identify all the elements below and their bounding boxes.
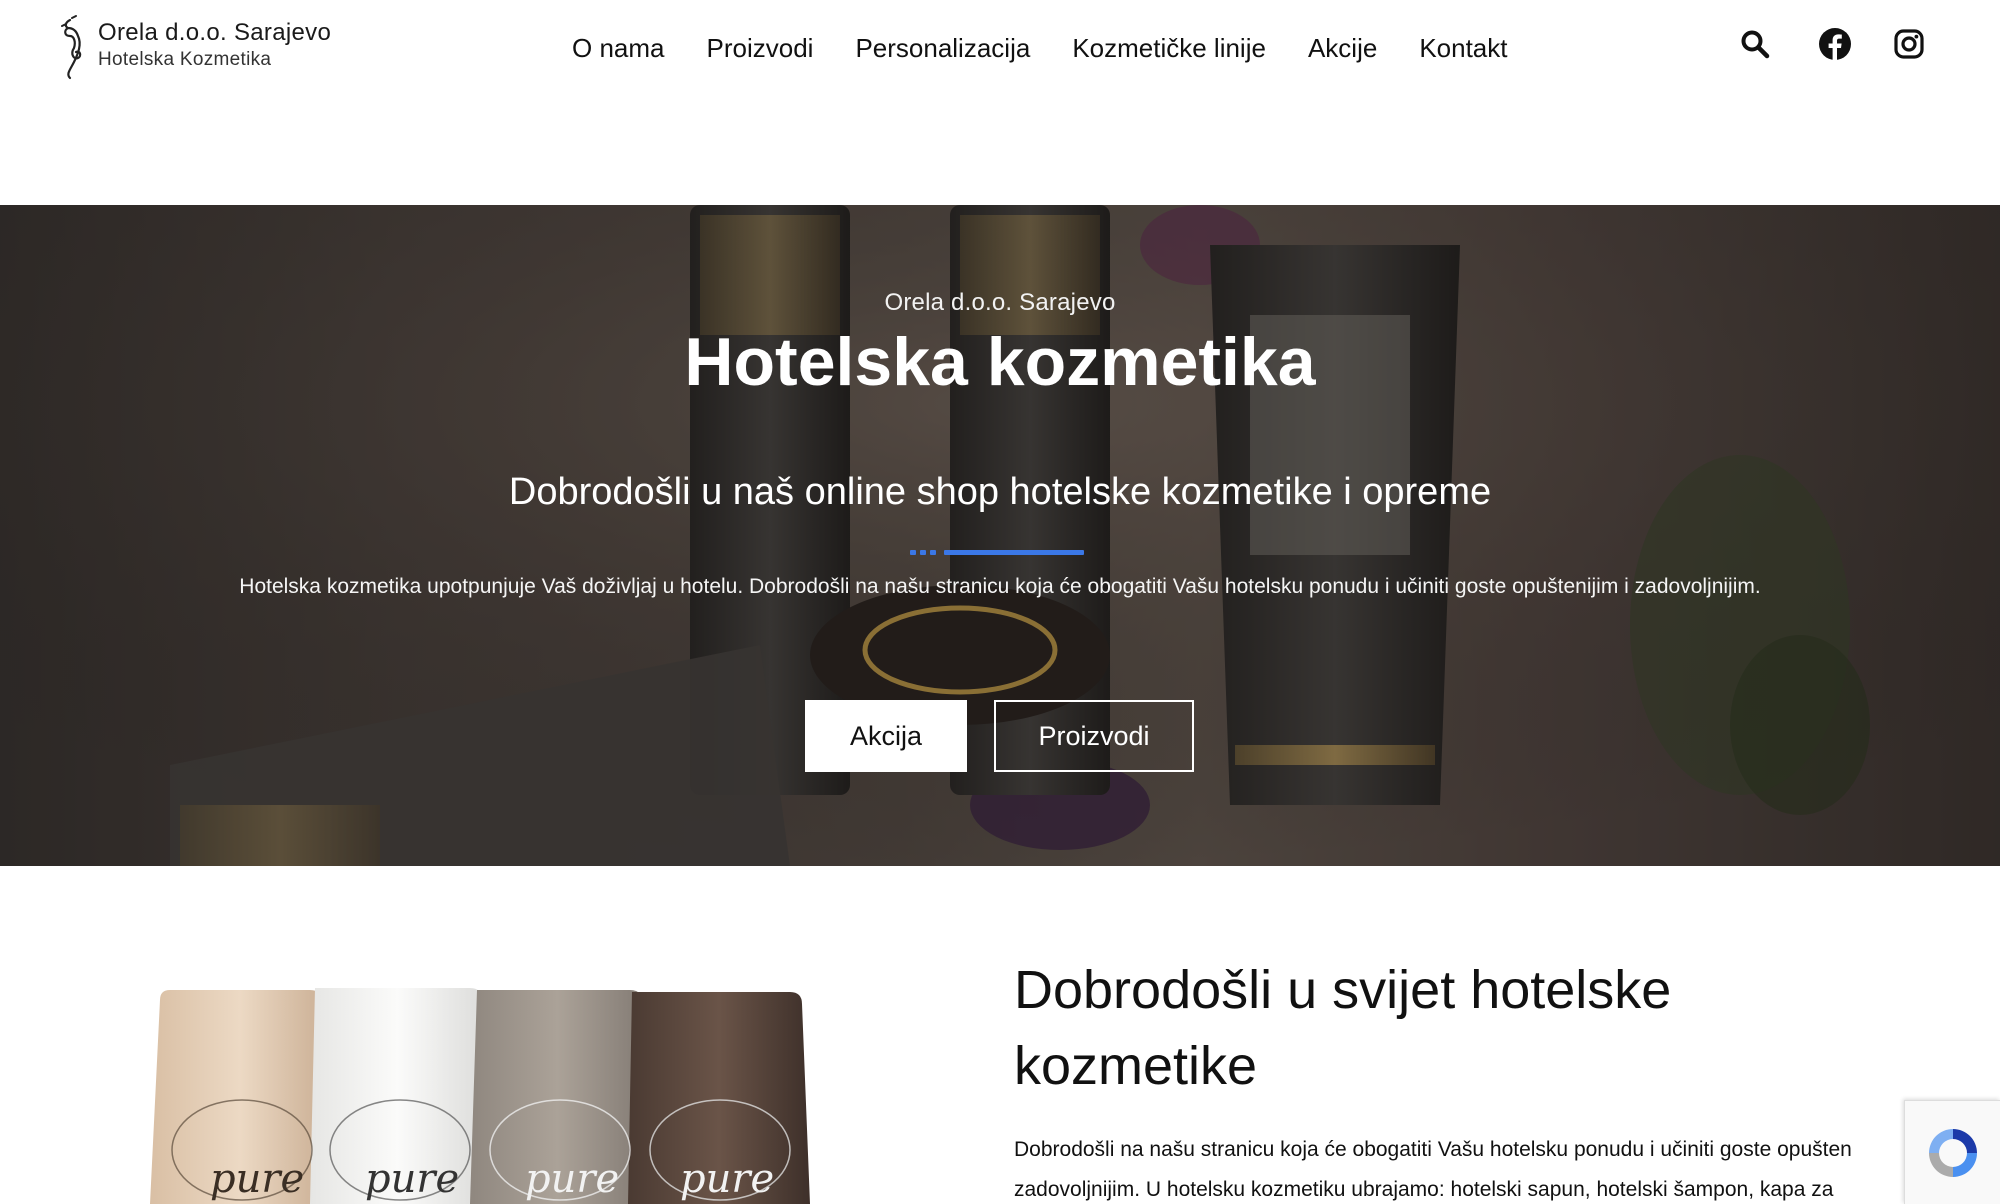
instagram-icon[interactable] bbox=[1892, 27, 1926, 61]
hero-description: Hotelska kozmetika upotpunjuje Vaš doživ… bbox=[239, 575, 1761, 598]
recaptcha-badge[interactable] bbox=[1904, 1100, 2000, 1204]
tube-label-2: pure bbox=[365, 1156, 459, 1202]
hero-eyebrow: Orela d.o.o. Sarajevo bbox=[884, 289, 1116, 316]
seahorse-logo-icon bbox=[61, 15, 82, 80]
hero-subtitle: Dobrodošli u naš online shop hotelske ko… bbox=[508, 471, 1492, 513]
nav-item-proizvodi[interactable]: Proizvodi bbox=[707, 28, 814, 68]
main-nav: O nama Proizvodi Personalizacija Kozmeti… bbox=[572, 28, 1507, 68]
tube-label-4: pure bbox=[680, 1156, 774, 1202]
tube-label-1: pure bbox=[210, 1156, 304, 1202]
brand-tagline: Hotelska Kozmetika bbox=[98, 49, 272, 70]
tube-label-3: pure bbox=[525, 1156, 619, 1202]
welcome-text-line-2: zadovoljnijim. U hotelsku kozmetiku ubra… bbox=[1014, 1178, 1834, 1201]
welcome-title: Dobrodošli u svijet hotelske kozmetike bbox=[1014, 960, 1672, 1096]
recaptcha-icon bbox=[1928, 1128, 1977, 1177]
nav-item-kozmeticke-linije[interactable]: Kozmetičke linije bbox=[1072, 28, 1266, 68]
product-image: pure pure pure pure bbox=[150, 988, 810, 1204]
header-icons bbox=[1738, 27, 1926, 61]
hero-banner: Orela d.o.o. Sarajevo Hotelska kozmetika… bbox=[0, 205, 2000, 866]
nav-item-akcije[interactable]: Akcije bbox=[1308, 28, 1377, 68]
search-icon[interactable] bbox=[1738, 27, 1772, 61]
nav-item-o-nama[interactable]: O nama bbox=[572, 28, 665, 68]
nav-item-personalizacija[interactable]: Personalizacija bbox=[855, 28, 1030, 68]
akcija-button[interactable]: Akcija bbox=[805, 700, 967, 772]
welcome-text-line-1: Dobrodošli na našu stranicu koja će obog… bbox=[1014, 1138, 1852, 1161]
hero-title: Hotelska kozmetika bbox=[684, 324, 1316, 400]
facebook-icon[interactable] bbox=[1818, 27, 1852, 61]
nav-item-kontakt[interactable]: Kontakt bbox=[1419, 28, 1507, 68]
welcome-text: Dobrodošli na našu stranicu koja će obog… bbox=[1014, 1130, 1904, 1204]
site-header: Orela d.o.o. Sarajevo Hotelska Kozmetika… bbox=[0, 0, 2000, 100]
proizvodi-button[interactable]: Proizvodi bbox=[994, 700, 1194, 772]
hero-divider bbox=[910, 549, 1084, 555]
brand-name: Orela d.o.o. Sarajevo bbox=[98, 19, 332, 46]
welcome-section: pure pure pure pure Dobrodošli u svijet … bbox=[0, 866, 2000, 1204]
logo[interactable]: Orela d.o.o. Sarajevo Hotelska Kozmetika bbox=[56, 14, 331, 80]
